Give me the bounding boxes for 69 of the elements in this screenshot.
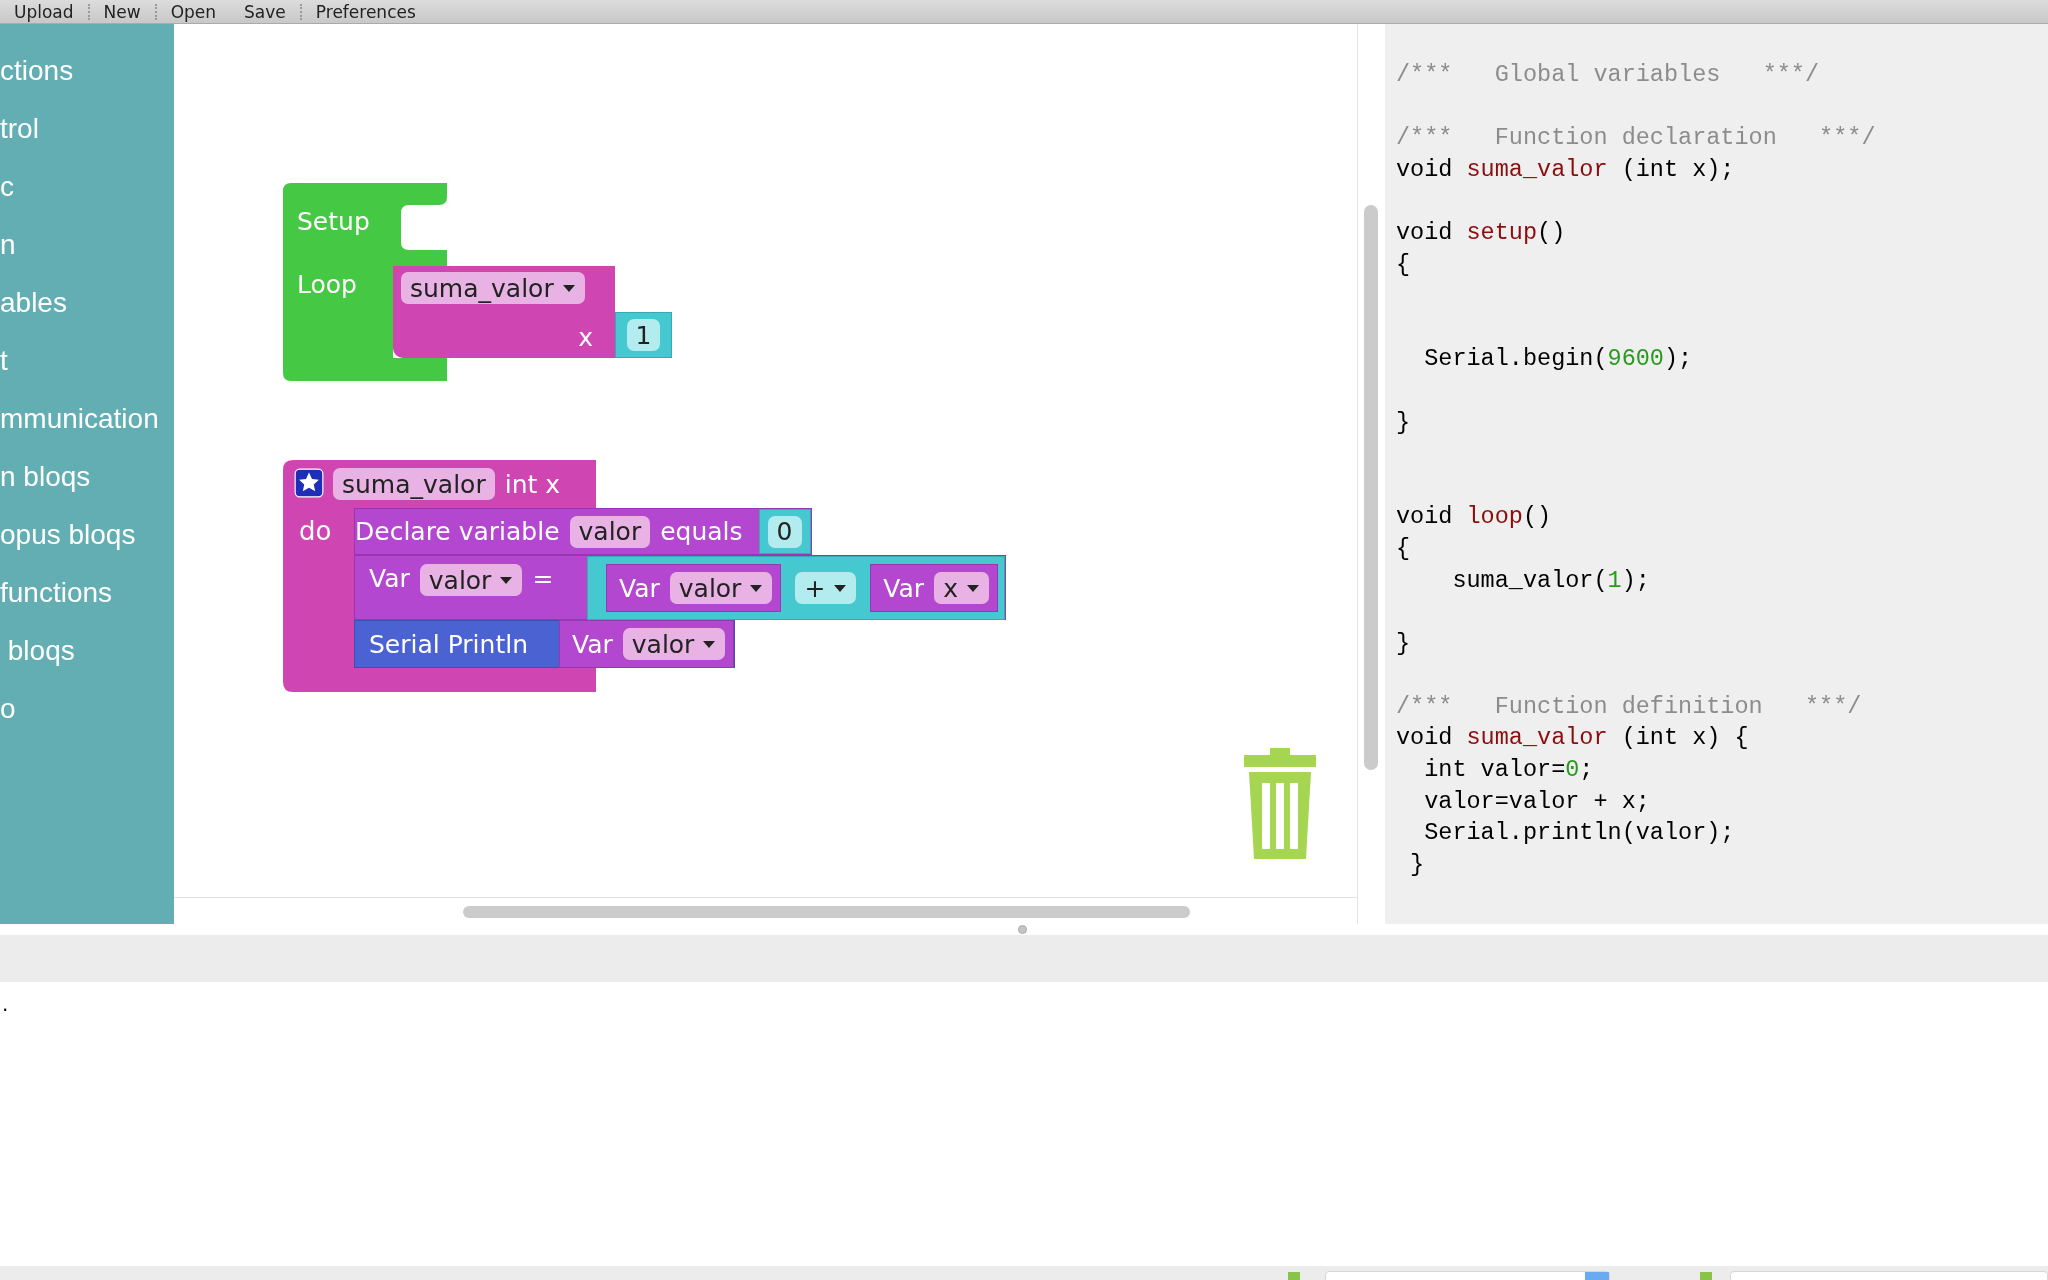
- dropdown-field[interactable]: suma_valor: [401, 272, 585, 304]
- dropdown-field[interactable]: valor: [622, 628, 726, 660]
- code-line: Serial.begin(9600);: [1423, 344, 1694, 375]
- caret-icon: [965, 583, 980, 593]
- block-label: x: [578, 323, 593, 352]
- code-line: void suma_valor (int x) {: [1396, 723, 1750, 754]
- horizontal-scrollbar[interactable]: [463, 906, 1190, 918]
- setup-loop-block[interactable]: Setup Loop suma_valor x 1: [283, 183, 672, 381]
- block-label: Var: [619, 573, 660, 603]
- assign-block[interactable]: Var valor = Var valor + Var x: [354, 555, 1006, 620]
- text-field[interactable]: 0: [767, 515, 802, 548]
- block-label: Var: [369, 564, 410, 593]
- number-block[interactable]: 1: [615, 312, 672, 358]
- block-label: do: [299, 516, 332, 546]
- dropdown-field[interactable]: valor: [419, 564, 523, 596]
- code-line: {: [1396, 533, 1412, 564]
- block-label: Declare variable: [355, 517, 560, 546]
- code-line: {: [1396, 249, 1412, 280]
- code-line: int valor=0;: [1423, 755, 1595, 786]
- code-line: /*** Function definition ***/: [1396, 691, 1863, 722]
- block-label: Var: [883, 573, 925, 603]
- dropdown-field[interactable]: x: [934, 572, 989, 604]
- dropdown-field[interactable]: +: [795, 572, 857, 604]
- number-block[interactable]: 0: [758, 509, 811, 554]
- code-line: suma_valor(1);: [1451, 565, 1651, 596]
- code-line: void setup(): [1396, 217, 1567, 248]
- block-label: =: [532, 564, 554, 593]
- toolbar-button[interactable]: Preferences: [301, 0, 430, 23]
- code-line: valor=valor + x;: [1423, 786, 1651, 817]
- code-line: }: [1409, 849, 1426, 880]
- text-field[interactable]: 1: [626, 319, 661, 351]
- block-label: Loop: [297, 270, 357, 299]
- status-icon: [1700, 1272, 1712, 1280]
- toolbar-button[interactable]: New: [89, 0, 155, 23]
- variable-block[interactable]: Var valor: [559, 620, 735, 668]
- console-output: .: [2, 992, 9, 1016]
- toolbar-button[interactable]: Upload: [0, 0, 88, 23]
- status-field[interactable]: [1325, 1271, 1610, 1280]
- code-line: void loop(): [1396, 502, 1553, 533]
- status-field[interactable]: [1730, 1271, 2048, 1280]
- caret-icon: [561, 283, 576, 293]
- code-line: /*** Function declaration ***/: [1396, 123, 1877, 154]
- code-line: }: [1396, 407, 1412, 438]
- dropdown-field[interactable]: valor: [669, 572, 773, 604]
- code-line: Serial.println(valor);: [1423, 818, 1736, 849]
- block-label: equals: [660, 517, 743, 546]
- block-label: Serial Println: [369, 629, 529, 659]
- serial-println-block[interactable]: Serial Println Var valor: [354, 620, 736, 668]
- function-call-block[interactable]: suma_valor x: [393, 266, 615, 358]
- block-label: Setup: [297, 207, 370, 236]
- code-line: /*** Global variables ***/: [1396, 60, 1821, 90]
- resize-handle[interactable]: [1018, 925, 1027, 934]
- caret-icon: [499, 575, 514, 585]
- caret-icon: [749, 583, 764, 593]
- block-label: int x: [504, 469, 561, 499]
- math-block[interactable]: Var valor + Var x: [587, 556, 1005, 620]
- declare-variable-block[interactable]: Declare variable valor equals 0: [354, 508, 812, 555]
- text-field[interactable]: valor: [569, 515, 651, 548]
- variable-block[interactable]: Var valor: [606, 564, 782, 612]
- toolbar-button[interactable]: Open: [156, 0, 231, 23]
- vertical-scrollbar[interactable]: [1364, 205, 1378, 770]
- text-field[interactable]: suma_valor: [333, 468, 495, 500]
- caret-icon: [833, 583, 848, 593]
- variable-block[interactable]: Var x: [870, 564, 998, 612]
- status-icon: [1288, 1272, 1300, 1280]
- code-line: }: [1396, 628, 1412, 659]
- code-line: void suma_valor (int x);: [1396, 154, 1736, 185]
- caret-icon: [702, 639, 717, 649]
- toolbar-button[interactable]: Save: [230, 0, 300, 23]
